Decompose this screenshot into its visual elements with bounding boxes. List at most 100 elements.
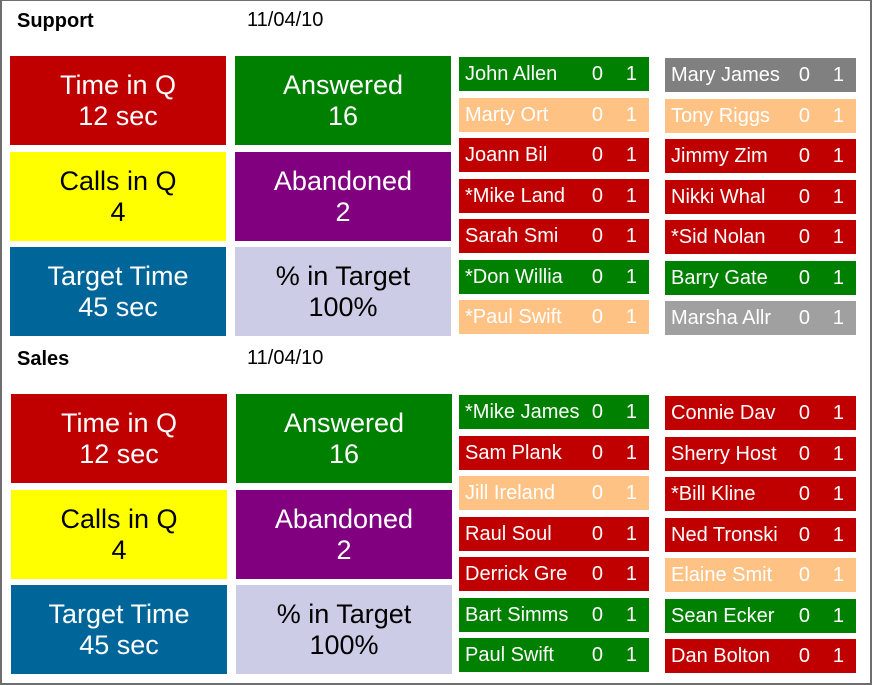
- agent-row: Joann Bil 0 1: [459, 138, 649, 172]
- agent-count-b: 1: [625, 481, 637, 504]
- agent-count-b: 1: [625, 224, 637, 247]
- agent-row: John Allen 0 1: [459, 57, 649, 91]
- tile-calls-in-queue: Calls in Q 4: [10, 152, 226, 241]
- agent-count-a: 0: [591, 400, 603, 423]
- agent-count-b: 1: [625, 400, 637, 423]
- agent-name: Jimmy Zim: [671, 144, 768, 167]
- agent-count-b: 1: [832, 401, 844, 424]
- tile-answered: Answered 16: [235, 56, 451, 145]
- agent-name: Connie Dav: [671, 401, 776, 424]
- agent-name: Marty Ort: [465, 103, 549, 126]
- agent-name: Joann Bil: [465, 143, 548, 166]
- tile-value: 45 sec: [79, 629, 159, 660]
- agent-name: Bart Simms: [465, 603, 569, 626]
- agent-row: Sam Plank 0 1: [459, 436, 649, 470]
- agent-count-b: 1: [625, 184, 637, 207]
- agent-count-b: 1: [625, 441, 637, 464]
- tile-value: 2: [336, 534, 352, 565]
- agent-name: John Allen: [465, 62, 558, 85]
- agent-count-a: 0: [798, 63, 810, 86]
- tile-target-time: Target Time 45 sec: [10, 247, 226, 336]
- agent-count-b: 1: [832, 523, 844, 546]
- agent-count-a: 0: [798, 442, 810, 465]
- agent-count-a: 0: [591, 103, 603, 126]
- tile-label: % in Target: [275, 260, 411, 291]
- agent-count-b: 1: [625, 305, 637, 328]
- agent-count-b: 1: [832, 104, 844, 127]
- section-date: 11/04/10: [247, 9, 324, 31]
- agent-count-b: 1: [832, 63, 844, 86]
- agent-name: *Paul Swift: [465, 305, 562, 328]
- agent-name: Derrick Gre: [465, 562, 568, 585]
- agent-count-a: 0: [591, 62, 603, 85]
- agent-row: Sean Ecker 0 1: [665, 599, 856, 633]
- tile-abandoned: Abandoned 2: [236, 490, 452, 579]
- agent-row: *Mike James 0 1: [459, 395, 649, 429]
- agent-row: *Don Willia 0 1: [459, 260, 649, 294]
- agent-count-b: 1: [832, 185, 844, 208]
- agent-name: *Sid Nolan: [671, 225, 766, 248]
- agent-row: Marsha Allr 0 1: [665, 301, 856, 335]
- agent-count-b: 1: [625, 643, 637, 666]
- agent-count-b: 1: [832, 266, 844, 289]
- agent-name: Sherry Host: [671, 442, 777, 465]
- agent-row: *Mike Land 0 1: [459, 179, 649, 213]
- agent-name: Sean Ecker: [671, 604, 775, 627]
- tile-time-in-queue: Time in Q 12 sec: [10, 56, 226, 145]
- agent-count-b: 1: [625, 103, 637, 126]
- agent-count-b: 1: [832, 306, 844, 329]
- agent-name: Barry Gate: [671, 266, 768, 289]
- agent-count-a: 0: [591, 643, 603, 666]
- agent-name: Nikki Whal: [671, 185, 766, 208]
- agent-row: Derrick Gre 0 1: [459, 557, 649, 591]
- agent-name: Dan Bolton: [671, 644, 770, 667]
- agent-count-b: 1: [625, 62, 637, 85]
- agent-count-b: 1: [832, 482, 844, 505]
- agent-count-b: 1: [832, 225, 844, 248]
- agent-name: *Mike Land: [465, 184, 566, 207]
- agent-count-a: 0: [798, 185, 810, 208]
- tile-label: Target Time: [48, 598, 190, 629]
- tile-label: Answered: [282, 69, 404, 100]
- agent-count-b: 1: [625, 603, 637, 626]
- agent-name: *Bill Kline: [671, 482, 756, 505]
- agent-row: Sarah Smi 0 1: [459, 219, 649, 253]
- tile-label: Abandoned: [274, 503, 414, 534]
- agent-row: *Sid Nolan 0 1: [665, 220, 856, 254]
- tile-value: 4: [111, 534, 127, 565]
- tile-time-in-queue: Time in Q 12 sec: [11, 394, 227, 483]
- tile-label: Abandoned: [273, 165, 413, 196]
- agent-row: Sherry Host 0 1: [665, 437, 856, 471]
- tile-label: % in Target: [276, 598, 412, 629]
- tile-value: 16: [328, 438, 360, 469]
- agent-count-a: 0: [798, 144, 810, 167]
- agent-row: Mary James 0 1: [665, 58, 856, 92]
- agent-name: Ned Tronski: [671, 523, 778, 546]
- agent-name: Tony Riggs: [671, 104, 770, 127]
- agent-count-a: 0: [798, 306, 810, 329]
- agent-count-b: 1: [625, 522, 637, 545]
- agent-count-a: 0: [591, 143, 603, 166]
- tile-value: 12 sec: [79, 438, 159, 469]
- tile-percent-in-target: % in Target 100%: [235, 247, 451, 336]
- agent-count-a: 0: [591, 441, 603, 464]
- tile-label: Answered: [283, 407, 405, 438]
- section-title: Support: [17, 10, 94, 32]
- agent-count-a: 0: [798, 604, 810, 627]
- tile-label: Calls in Q: [59, 165, 177, 196]
- agent-count-b: 1: [625, 562, 637, 585]
- agent-count-b: 1: [625, 143, 637, 166]
- tile-value: 12 sec: [78, 100, 158, 131]
- agent-count-a: 0: [798, 523, 810, 546]
- agent-name: Sam Plank: [465, 441, 562, 464]
- agent-count-a: 0: [798, 225, 810, 248]
- agent-name: Jill Ireland: [465, 481, 556, 504]
- agent-name: Paul Swift: [465, 643, 554, 666]
- agent-count-b: 1: [625, 265, 637, 288]
- agent-name: Raul Soul: [465, 522, 552, 545]
- agent-name: Marsha Allr: [671, 306, 772, 329]
- agent-count-a: 0: [798, 401, 810, 424]
- tile-value: 16: [327, 100, 359, 131]
- tile-calls-in-queue: Calls in Q 4: [11, 490, 227, 579]
- agent-name: *Mike James: [465, 400, 580, 423]
